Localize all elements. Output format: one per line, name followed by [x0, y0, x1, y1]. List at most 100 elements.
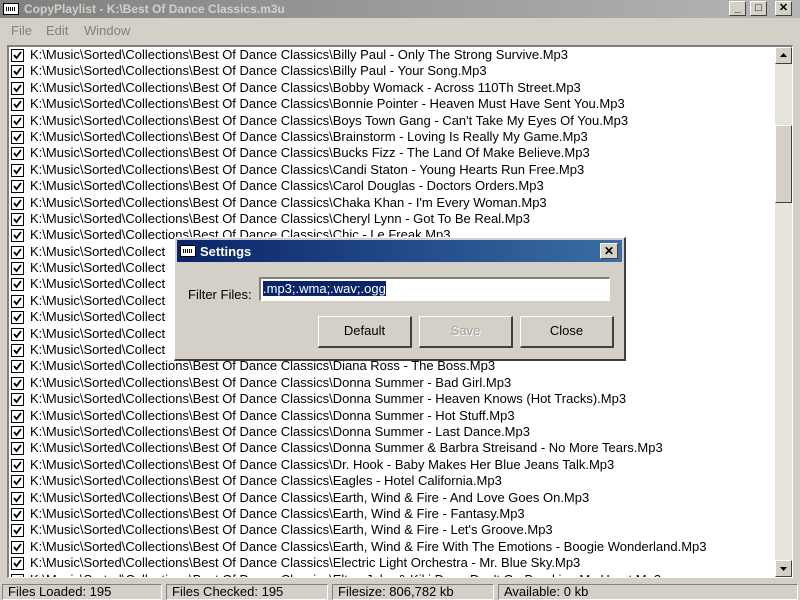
row-checkbox[interactable]: [11, 327, 24, 341]
close-dialog-button[interactable]: Close: [520, 316, 614, 348]
default-button[interactable]: Default: [318, 316, 412, 348]
row-checkbox[interactable]: [11, 507, 24, 521]
row-checkbox[interactable]: [11, 524, 24, 538]
list-item[interactable]: K:\Music\Sorted\Collections\Best Of Danc…: [9, 145, 774, 161]
scroll-down-button[interactable]: [775, 560, 792, 577]
list-item[interactable]: K:\Music\Sorted\Collections\Best Of Danc…: [9, 96, 774, 112]
row-checkbox[interactable]: [11, 147, 24, 161]
checkmark-icon: [13, 313, 22, 322]
status-files-loaded: Files Loaded: 195: [2, 584, 162, 600]
list-item[interactable]: K:\Music\Sorted\Collections\Best Of Danc…: [9, 47, 774, 63]
file-path: K:\Music\Sorted\Collections\Best Of Danc…: [30, 456, 615, 472]
row-checkbox[interactable]: [11, 81, 24, 95]
list-item[interactable]: K:\Music\Sorted\Collections\Best Of Danc…: [9, 129, 774, 145]
list-item[interactable]: K:\Music\Sorted\Collections\Best Of Danc…: [9, 490, 774, 506]
row-checkbox[interactable]: [11, 376, 24, 390]
row-checkbox[interactable]: [11, 196, 24, 210]
row-checkbox[interactable]: [11, 393, 24, 407]
scroll-thumb[interactable]: [775, 125, 792, 203]
file-path: K:\Music\Sorted\Collections\Best Of Danc…: [30, 63, 487, 79]
checkmark-icon: [13, 198, 22, 207]
list-item[interactable]: K:\Music\Sorted\Collections\Best Of Danc…: [9, 375, 774, 391]
list-item[interactable]: K:\Music\Sorted\Collections\Best Of Danc…: [9, 63, 774, 79]
filter-files-input[interactable]: .mp3;.wma;.wav;.ogg: [259, 277, 610, 301]
row-checkbox[interactable]: [11, 98, 24, 112]
file-path: K:\Music\Sorted\Collections\Best Of Danc…: [30, 473, 502, 489]
file-path: K:\Music\Sorted\Collections\Best Of Danc…: [30, 440, 663, 456]
row-checkbox[interactable]: [11, 475, 24, 489]
checkmark-icon: [13, 395, 22, 404]
row-checkbox[interactable]: [11, 360, 24, 374]
save-button[interactable]: Save: [419, 316, 513, 348]
row-checkbox[interactable]: [11, 442, 24, 456]
row-checkbox[interactable]: [11, 180, 24, 194]
list-item[interactable]: K:\Music\Sorted\Collections\Best Of Danc…: [9, 506, 774, 522]
file-path: K:\Music\Sorted\Collect: [30, 342, 166, 358]
row-checkbox[interactable]: [11, 229, 24, 243]
file-path: K:\Music\Sorted\Collect: [30, 276, 166, 292]
row-checkbox[interactable]: [11, 49, 24, 62]
row-checkbox[interactable]: [11, 278, 24, 292]
checkmark-icon: [13, 117, 22, 126]
settings-dialog-titlebar[interactable]: Settings ✕: [177, 240, 622, 262]
row-checkbox[interactable]: [11, 573, 24, 577]
file-path: K:\Music\Sorted\Collections\Best Of Danc…: [30, 79, 581, 95]
list-item[interactable]: K:\Music\Sorted\Collections\Best Of Danc…: [9, 473, 774, 489]
row-checkbox[interactable]: [11, 245, 24, 259]
checkmark-icon: [13, 510, 22, 519]
checkmark-icon: [13, 248, 22, 257]
row-checkbox[interactable]: [11, 425, 24, 439]
list-item[interactable]: K:\Music\Sorted\Collections\Best Of Danc…: [9, 162, 774, 178]
row-checkbox[interactable]: [11, 294, 24, 308]
window-title: CopyPlaylist - K:\Best Of Dance Classics…: [24, 2, 285, 16]
scroll-up-button[interactable]: [775, 47, 792, 64]
list-item[interactable]: K:\Music\Sorted\Collections\Best Of Danc…: [9, 440, 774, 456]
row-checkbox[interactable]: [11, 212, 24, 226]
arrow-up-icon: [780, 53, 787, 57]
list-item[interactable]: K:\Music\Sorted\Collections\Best Of Danc…: [9, 178, 774, 194]
file-path: K:\Music\Sorted\Collections\Best Of Danc…: [30, 145, 590, 161]
row-checkbox[interactable]: [11, 409, 24, 423]
row-checkbox[interactable]: [11, 458, 24, 472]
menu-edit[interactable]: Edit: [46, 23, 68, 38]
window-titlebar[interactable]: CopyPlaylist - K:\Best Of Dance Classics…: [0, 0, 800, 18]
vertical-scrollbar[interactable]: [775, 47, 792, 577]
row-checkbox[interactable]: [11, 114, 24, 128]
list-item[interactable]: K:\Music\Sorted\Collections\Best Of Danc…: [9, 555, 774, 571]
checkmark-icon: [13, 477, 22, 486]
row-checkbox[interactable]: [11, 311, 24, 325]
list-item[interactable]: K:\Music\Sorted\Collections\Best Of Danc…: [9, 113, 774, 129]
close-button[interactable]: ✕: [775, 1, 792, 16]
app-icon: [180, 245, 196, 257]
row-checkbox[interactable]: [11, 130, 24, 144]
row-checkbox[interactable]: [11, 163, 24, 177]
checkmark-icon: [13, 559, 22, 568]
list-item[interactable]: K:\Music\Sorted\Collections\Best Of Danc…: [9, 457, 774, 473]
list-item[interactable]: K:\Music\Sorted\Collections\Best Of Danc…: [9, 522, 774, 538]
status-filesize: Filesize: 806,782 kb: [332, 584, 494, 600]
dialog-close-icon[interactable]: ✕: [600, 243, 618, 259]
minimize-button[interactable]: _: [729, 1, 746, 16]
list-item[interactable]: K:\Music\Sorted\Collections\Best Of Danc…: [9, 80, 774, 96]
row-checkbox[interactable]: [11, 262, 24, 276]
arrow-down-icon: [780, 567, 787, 571]
row-checkbox[interactable]: [11, 491, 24, 505]
row-checkbox[interactable]: [11, 65, 24, 79]
row-checkbox[interactable]: [11, 557, 24, 571]
menu-file[interactable]: File: [11, 23, 32, 38]
settings-dialog: Settings ✕ Filter Files: .mp3;.wma;.wav;…: [174, 237, 626, 361]
menu-window[interactable]: Window: [84, 23, 130, 38]
row-checkbox[interactable]: [11, 540, 24, 554]
row-checkbox[interactable]: [11, 344, 24, 358]
maximize-button[interactable]: □: [750, 1, 767, 16]
file-path: K:\Music\Sorted\Collect: [30, 243, 166, 259]
list-item[interactable]: K:\Music\Sorted\Collections\Best Of Danc…: [9, 424, 774, 440]
list-item[interactable]: K:\Music\Sorted\Collections\Best Of Danc…: [9, 195, 774, 211]
list-item[interactable]: K:\Music\Sorted\Collections\Best Of Danc…: [9, 572, 774, 577]
list-item[interactable]: K:\Music\Sorted\Collections\Best Of Danc…: [9, 391, 774, 407]
list-item[interactable]: K:\Music\Sorted\Collections\Best Of Danc…: [9, 211, 774, 227]
list-item[interactable]: K:\Music\Sorted\Collections\Best Of Danc…: [9, 539, 774, 555]
list-item[interactable]: K:\Music\Sorted\Collections\Best Of Danc…: [9, 408, 774, 424]
file-path: K:\Music\Sorted\Collections\Best Of Danc…: [30, 489, 590, 505]
file-path: K:\Music\Sorted\Collect: [30, 325, 166, 341]
